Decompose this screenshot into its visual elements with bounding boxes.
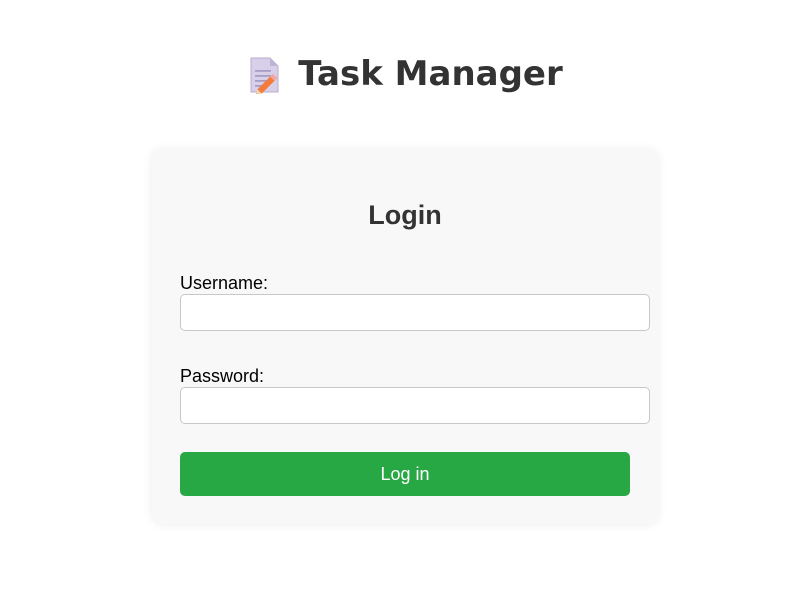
username-input[interactable] — [180, 294, 650, 331]
password-input[interactable] — [180, 387, 650, 424]
username-label: Username: — [180, 273, 269, 293]
login-heading: Login — [368, 200, 442, 230]
page-title: Task Manager — [248, 54, 563, 96]
login-card: Login Username: Password: Log in — [152, 150, 658, 524]
app-header: Task Manager — [0, 52, 811, 96]
memo-icon — [248, 56, 282, 96]
login-button[interactable]: Log in — [180, 452, 630, 496]
password-label: Password: — [180, 366, 265, 386]
app-title-text: Task Manager — [298, 54, 563, 94]
